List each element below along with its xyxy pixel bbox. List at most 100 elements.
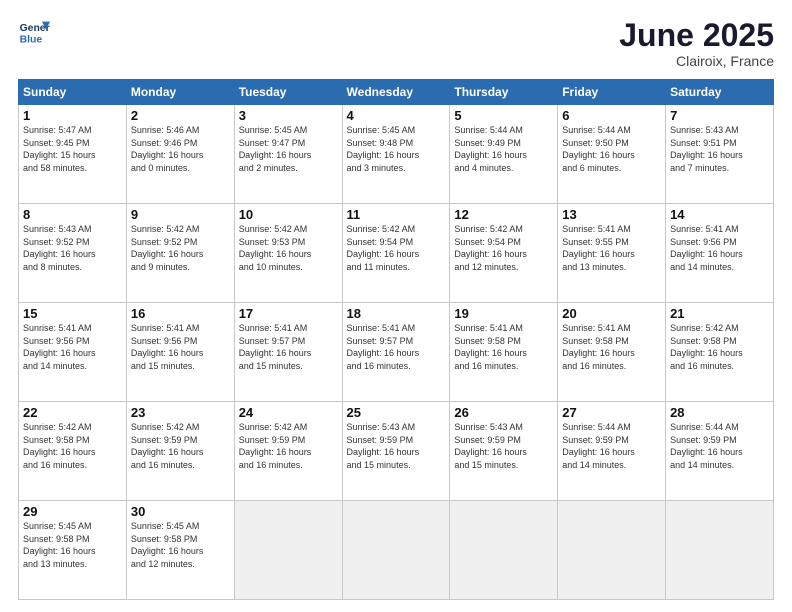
day-cell: 9Sunrise: 5:42 AM Sunset: 9:52 PM Daylig… xyxy=(126,204,234,303)
day-number: 12 xyxy=(454,207,553,222)
col-header-tuesday: Tuesday xyxy=(234,80,342,105)
day-info: Sunrise: 5:41 AM Sunset: 9:56 PM Dayligh… xyxy=(23,322,122,372)
day-cell: 26Sunrise: 5:43 AM Sunset: 9:59 PM Dayli… xyxy=(450,402,558,501)
col-header-wednesday: Wednesday xyxy=(342,80,450,105)
day-cell: 19Sunrise: 5:41 AM Sunset: 9:58 PM Dayli… xyxy=(450,303,558,402)
day-number: 18 xyxy=(347,306,446,321)
col-header-friday: Friday xyxy=(558,80,666,105)
col-header-thursday: Thursday xyxy=(450,80,558,105)
day-number: 30 xyxy=(131,504,230,519)
logo: General Blue xyxy=(18,18,50,46)
day-number: 26 xyxy=(454,405,553,420)
day-info: Sunrise: 5:41 AM Sunset: 9:58 PM Dayligh… xyxy=(562,322,661,372)
day-info: Sunrise: 5:42 AM Sunset: 9:58 PM Dayligh… xyxy=(670,322,769,372)
day-info: Sunrise: 5:47 AM Sunset: 9:45 PM Dayligh… xyxy=(23,124,122,174)
title-block: June 2025 Clairoix, France xyxy=(619,18,774,69)
day-info: Sunrise: 5:45 AM Sunset: 9:48 PM Dayligh… xyxy=(347,124,446,174)
day-number: 28 xyxy=(670,405,769,420)
day-info: Sunrise: 5:45 AM Sunset: 9:58 PM Dayligh… xyxy=(131,520,230,570)
day-cell: 18Sunrise: 5:41 AM Sunset: 9:57 PM Dayli… xyxy=(342,303,450,402)
day-info: Sunrise: 5:44 AM Sunset: 9:59 PM Dayligh… xyxy=(562,421,661,471)
day-info: Sunrise: 5:44 AM Sunset: 9:50 PM Dayligh… xyxy=(562,124,661,174)
day-cell: 2Sunrise: 5:46 AM Sunset: 9:46 PM Daylig… xyxy=(126,105,234,204)
day-number: 13 xyxy=(562,207,661,222)
day-number: 14 xyxy=(670,207,769,222)
day-cell: 28Sunrise: 5:44 AM Sunset: 9:59 PM Dayli… xyxy=(666,402,774,501)
header-row: SundayMondayTuesdayWednesdayThursdayFrid… xyxy=(19,80,774,105)
day-cell: 29Sunrise: 5:45 AM Sunset: 9:58 PM Dayli… xyxy=(19,501,127,600)
day-number: 21 xyxy=(670,306,769,321)
day-cell: 16Sunrise: 5:41 AM Sunset: 9:56 PM Dayli… xyxy=(126,303,234,402)
day-info: Sunrise: 5:42 AM Sunset: 9:54 PM Dayligh… xyxy=(454,223,553,273)
day-cell: 25Sunrise: 5:43 AM Sunset: 9:59 PM Dayli… xyxy=(342,402,450,501)
day-info: Sunrise: 5:41 AM Sunset: 9:57 PM Dayligh… xyxy=(239,322,338,372)
calendar-table: SundayMondayTuesdayWednesdayThursdayFrid… xyxy=(18,79,774,600)
day-number: 1 xyxy=(23,108,122,123)
day-info: Sunrise: 5:43 AM Sunset: 9:52 PM Dayligh… xyxy=(23,223,122,273)
day-number: 8 xyxy=(23,207,122,222)
day-cell: 22Sunrise: 5:42 AM Sunset: 9:58 PM Dayli… xyxy=(19,402,127,501)
day-info: Sunrise: 5:41 AM Sunset: 9:56 PM Dayligh… xyxy=(131,322,230,372)
day-cell: 10Sunrise: 5:42 AM Sunset: 9:53 PM Dayli… xyxy=(234,204,342,303)
day-cell: 7Sunrise: 5:43 AM Sunset: 9:51 PM Daylig… xyxy=(666,105,774,204)
day-cell: 8Sunrise: 5:43 AM Sunset: 9:52 PM Daylig… xyxy=(19,204,127,303)
day-cell: 23Sunrise: 5:42 AM Sunset: 9:59 PM Dayli… xyxy=(126,402,234,501)
day-info: Sunrise: 5:46 AM Sunset: 9:46 PM Dayligh… xyxy=(131,124,230,174)
week-row-5: 29Sunrise: 5:45 AM Sunset: 9:58 PM Dayli… xyxy=(19,501,774,600)
day-number: 9 xyxy=(131,207,230,222)
day-cell: 1Sunrise: 5:47 AM Sunset: 9:45 PM Daylig… xyxy=(19,105,127,204)
day-cell xyxy=(666,501,774,600)
day-number: 19 xyxy=(454,306,553,321)
day-number: 22 xyxy=(23,405,122,420)
day-info: Sunrise: 5:42 AM Sunset: 9:53 PM Dayligh… xyxy=(239,223,338,273)
day-info: Sunrise: 5:41 AM Sunset: 9:57 PM Dayligh… xyxy=(347,322,446,372)
day-number: 6 xyxy=(562,108,661,123)
day-number: 17 xyxy=(239,306,338,321)
day-number: 20 xyxy=(562,306,661,321)
day-cell: 14Sunrise: 5:41 AM Sunset: 9:56 PM Dayli… xyxy=(666,204,774,303)
day-number: 29 xyxy=(23,504,122,519)
calendar-title: June 2025 xyxy=(619,18,774,53)
day-info: Sunrise: 5:43 AM Sunset: 9:59 PM Dayligh… xyxy=(454,421,553,471)
col-header-saturday: Saturday xyxy=(666,80,774,105)
day-cell xyxy=(450,501,558,600)
day-info: Sunrise: 5:42 AM Sunset: 9:58 PM Dayligh… xyxy=(23,421,122,471)
day-number: 7 xyxy=(670,108,769,123)
logo-icon: General Blue xyxy=(18,18,50,46)
day-cell: 27Sunrise: 5:44 AM Sunset: 9:59 PM Dayli… xyxy=(558,402,666,501)
day-info: Sunrise: 5:41 AM Sunset: 9:58 PM Dayligh… xyxy=(454,322,553,372)
day-number: 11 xyxy=(347,207,446,222)
calendar-subtitle: Clairoix, France xyxy=(619,53,774,69)
day-info: Sunrise: 5:42 AM Sunset: 9:59 PM Dayligh… xyxy=(239,421,338,471)
day-info: Sunrise: 5:42 AM Sunset: 9:52 PM Dayligh… xyxy=(131,223,230,273)
day-cell: 13Sunrise: 5:41 AM Sunset: 9:55 PM Dayli… xyxy=(558,204,666,303)
day-info: Sunrise: 5:44 AM Sunset: 9:49 PM Dayligh… xyxy=(454,124,553,174)
day-cell: 24Sunrise: 5:42 AM Sunset: 9:59 PM Dayli… xyxy=(234,402,342,501)
col-header-sunday: Sunday xyxy=(19,80,127,105)
day-info: Sunrise: 5:44 AM Sunset: 9:59 PM Dayligh… xyxy=(670,421,769,471)
day-info: Sunrise: 5:41 AM Sunset: 9:55 PM Dayligh… xyxy=(562,223,661,273)
day-info: Sunrise: 5:43 AM Sunset: 9:51 PM Dayligh… xyxy=(670,124,769,174)
day-number: 25 xyxy=(347,405,446,420)
day-cell xyxy=(234,501,342,600)
day-cell xyxy=(558,501,666,600)
day-cell: 11Sunrise: 5:42 AM Sunset: 9:54 PM Dayli… xyxy=(342,204,450,303)
day-cell: 21Sunrise: 5:42 AM Sunset: 9:58 PM Dayli… xyxy=(666,303,774,402)
day-cell: 17Sunrise: 5:41 AM Sunset: 9:57 PM Dayli… xyxy=(234,303,342,402)
day-number: 4 xyxy=(347,108,446,123)
day-cell: 12Sunrise: 5:42 AM Sunset: 9:54 PM Dayli… xyxy=(450,204,558,303)
day-cell: 5Sunrise: 5:44 AM Sunset: 9:49 PM Daylig… xyxy=(450,105,558,204)
day-cell: 6Sunrise: 5:44 AM Sunset: 9:50 PM Daylig… xyxy=(558,105,666,204)
day-number: 2 xyxy=(131,108,230,123)
day-cell: 4Sunrise: 5:45 AM Sunset: 9:48 PM Daylig… xyxy=(342,105,450,204)
header: General Blue June 2025 Clairoix, France xyxy=(18,18,774,69)
day-info: Sunrise: 5:45 AM Sunset: 9:47 PM Dayligh… xyxy=(239,124,338,174)
day-info: Sunrise: 5:41 AM Sunset: 9:56 PM Dayligh… xyxy=(670,223,769,273)
week-row-1: 1Sunrise: 5:47 AM Sunset: 9:45 PM Daylig… xyxy=(19,105,774,204)
day-info: Sunrise: 5:45 AM Sunset: 9:58 PM Dayligh… xyxy=(23,520,122,570)
svg-text:Blue: Blue xyxy=(20,34,43,45)
day-number: 15 xyxy=(23,306,122,321)
day-info: Sunrise: 5:43 AM Sunset: 9:59 PM Dayligh… xyxy=(347,421,446,471)
day-number: 27 xyxy=(562,405,661,420)
day-number: 23 xyxy=(131,405,230,420)
